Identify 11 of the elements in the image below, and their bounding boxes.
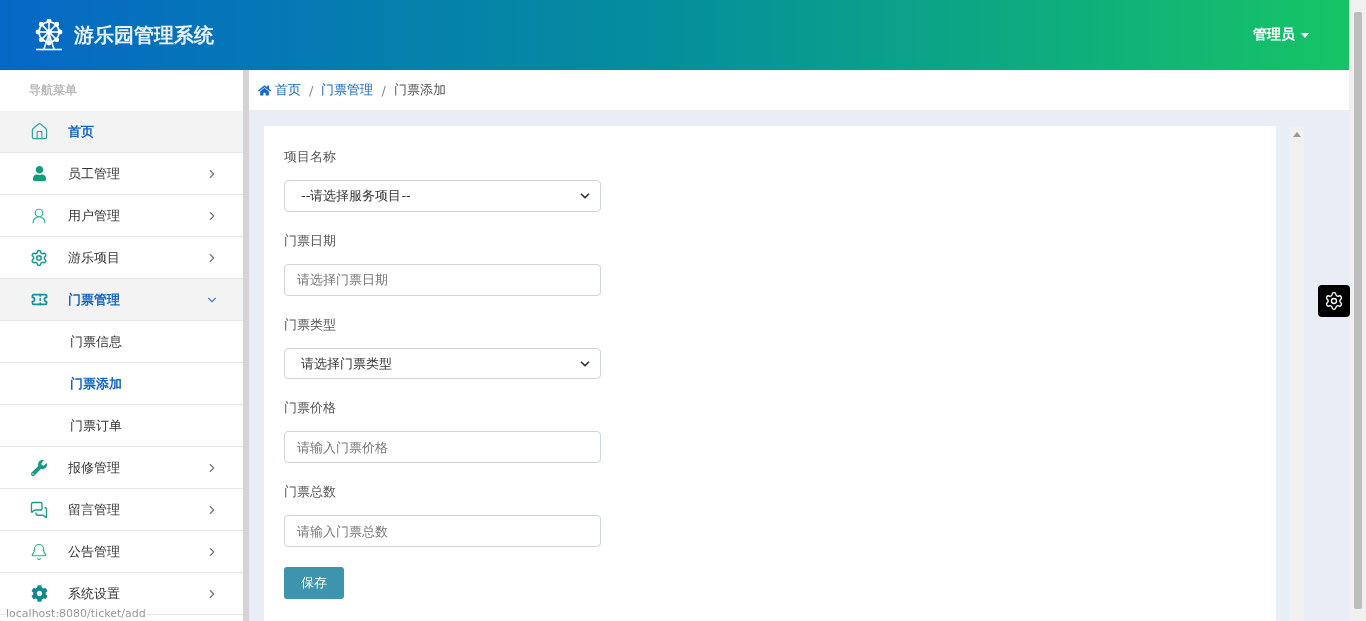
- breadcrumb-separator: /: [381, 82, 386, 98]
- field-label: 项目名称: [284, 148, 337, 166]
- breadcrumb-current: 门票添加: [393, 81, 446, 99]
- url-status-tooltip: localhost:8080/ticket/add: [6, 607, 146, 620]
- field-label: 门票总数: [284, 483, 337, 502]
- sidebar-heading: 导航菜单: [28, 82, 78, 99]
- app-title: 游乐园管理系统: [74, 21, 214, 49]
- field-label: 门票价格: [284, 399, 337, 418]
- field-label: 门票日期: [284, 231, 337, 250]
- breadcrumb-separator: /: [309, 82, 314, 98]
- field-label: 门票类型: [284, 315, 337, 334]
